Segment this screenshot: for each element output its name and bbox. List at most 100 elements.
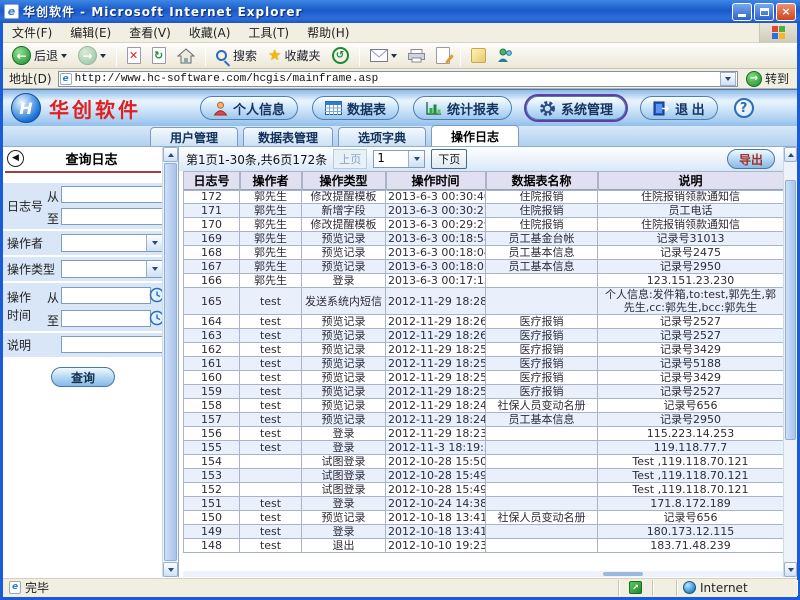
- tab-操作日志[interactable]: 操作日志: [431, 125, 519, 146]
- table-row[interactable]: 153试图登录2012-10-28 15:49:49Test ,119.118.…: [184, 469, 784, 483]
- table-row[interactable]: 163test预览记录2012-11-29 18:26:04医疗报销记录号252…: [184, 329, 784, 343]
- table-cell: 2013-6-3 00:30:27: [386, 204, 486, 218]
- export-button[interactable]: 导出: [727, 149, 775, 169]
- table-row[interactable]: 171郭先生新增字段2013-6-3 00:30:27住院报销员工电话: [184, 204, 784, 218]
- scroll-down-icon[interactable]: [784, 562, 797, 577]
- chevron-down-icon[interactable]: [408, 151, 424, 167]
- table-row[interactable]: 158test预览记录2012-11-29 18:24:07社保人员变动名册记录…: [184, 399, 784, 413]
- next-page-button[interactable]: 下页: [431, 149, 467, 169]
- brand-name: 华创软件: [49, 94, 141, 123]
- menu-item[interactable]: 帮助(H): [298, 22, 358, 43]
- mail-dropdown-icon[interactable]: [391, 54, 397, 61]
- scrollbar-thumb[interactable]: [164, 163, 177, 561]
- tab-选项字典[interactable]: 选项字典: [338, 127, 426, 146]
- page-select[interactable]: 1: [373, 150, 425, 168]
- forward-button[interactable]: →: [75, 45, 109, 66]
- table-row[interactable]: 149test登录2012-10-18 13:41:17180.173.12.1…: [184, 525, 784, 539]
- toolbar-separator: [460, 46, 461, 66]
- table-row[interactable]: 157test预览记录2012-11-29 18:24:01员工基本信息记录号2…: [184, 413, 784, 427]
- scrollbar-thumb[interactable]: [603, 572, 643, 576]
- query-button[interactable]: 查询: [51, 367, 115, 387]
- table-row[interactable]: 155test登录2012-11-3 18:19:34119.118.77.7: [184, 441, 784, 455]
- nav-button-table[interactable]: 数据表: [312, 96, 399, 120]
- nav-button-gear[interactable]: 系统管理: [526, 96, 626, 120]
- time-from-input[interactable]: [61, 287, 151, 304]
- desc-input[interactable]: [61, 336, 163, 353]
- nav-button-person[interactable]: 个人信息: [200, 96, 298, 120]
- table-row[interactable]: 148test退出2012-10-10 19:23:11183.71.48.23…: [184, 539, 784, 553]
- op-type-select[interactable]: [61, 260, 163, 278]
- close-button[interactable]: ×: [776, 3, 796, 21]
- table-row[interactable]: 160test预览记录2012-11-29 18:25:52医疗报销记录号342…: [184, 371, 784, 385]
- table-row[interactable]: 166郭先生登录2013-6-3 00:17:15123.151.23.230: [184, 274, 784, 288]
- table-row[interactable]: 169郭先生预览记录2013-6-3 00:18:58员工基金台帐记录号3101…: [184, 232, 784, 246]
- discuss-button[interactable]: [468, 47, 489, 64]
- menu-item[interactable]: 查看(V): [120, 22, 180, 43]
- go-button[interactable]: → 转到: [742, 70, 793, 87]
- tab-用户管理[interactable]: 用户管理: [150, 127, 238, 146]
- log-id-to-input[interactable]: [61, 208, 163, 225]
- table-cell: test: [240, 511, 302, 525]
- menu-item[interactable]: 收藏(A): [180, 22, 240, 43]
- log-id-from-input[interactable]: [61, 186, 163, 203]
- table-row[interactable]: 165test发送系统内短信2012-11-29 18:28:06个人信息:发件…: [184, 288, 784, 315]
- favorites-button[interactable]: ★ 收藏夹: [265, 46, 323, 65]
- home-button[interactable]: [174, 47, 198, 65]
- stop-button[interactable]: ✕: [124, 46, 144, 65]
- table-row[interactable]: 172郭先生修改提醒模板2013-6-3 00:30:40住院报销住院报销领款通…: [184, 190, 784, 204]
- nav-button-exit[interactable]: 退 出: [640, 96, 718, 120]
- table-cell: test: [240, 427, 302, 441]
- table-row[interactable]: 154试图登录2012-10-28 15:50:01Test ,119.118.…: [184, 455, 784, 469]
- chevron-down-icon[interactable]: [146, 235, 162, 251]
- scroll-up-icon[interactable]: [784, 147, 797, 162]
- menu-item[interactable]: 工具(T): [239, 22, 298, 43]
- forward-dropdown-icon[interactable]: [100, 54, 106, 61]
- table-cell: 预览记录: [302, 511, 386, 525]
- maximize-button[interactable]: [754, 3, 774, 21]
- refresh-button[interactable]: ↻: [149, 46, 169, 65]
- table-row[interactable]: 167郭先生预览记录2013-6-3 00:18:01员工基本信息记录号2950: [184, 260, 784, 274]
- back-dropdown-icon[interactable]: [61, 54, 67, 61]
- table-row[interactable]: 151test登录2012-10-24 14:38:40171.8.172.18…: [184, 497, 784, 511]
- table-cell: test: [240, 413, 302, 427]
- sidebar-scrollbar[interactable]: [162, 147, 178, 577]
- time-to-input[interactable]: [61, 310, 151, 327]
- chevron-down-icon[interactable]: [146, 261, 162, 277]
- table-row[interactable]: 156test登录2012-11-29 18:23:51115.223.14.2…: [184, 427, 784, 441]
- menu-item[interactable]: 文件(F): [3, 22, 61, 43]
- table-row[interactable]: 164test预览记录2012-11-29 18:26:15医疗报销记录号252…: [184, 315, 784, 329]
- table-scrollbar[interactable]: [783, 147, 797, 577]
- table-row[interactable]: 168郭先生预览记录2013-6-3 00:18:04员工基本信息记录号2475: [184, 246, 784, 260]
- help-button[interactable]: ?: [734, 98, 754, 118]
- table-row[interactable]: 161test预览记录2012-11-29 18:25:54医疗报销记录号518…: [184, 357, 784, 371]
- status-green-icon: ↗: [629, 581, 642, 594]
- back-button[interactable]: ← 后退: [9, 45, 70, 66]
- messenger-button[interactable]: [494, 47, 516, 64]
- tab-数据表管理[interactable]: 数据表管理: [243, 127, 333, 146]
- prev-page-button[interactable]: 上页: [333, 149, 367, 169]
- mail-button[interactable]: [367, 48, 400, 63]
- edit-button[interactable]: [433, 46, 453, 65]
- to-label: 至: [47, 312, 59, 329]
- history-button[interactable]: ↺: [329, 46, 352, 65]
- scroll-up-icon[interactable]: [163, 147, 178, 162]
- search-button[interactable]: 搜索: [213, 46, 260, 65]
- table-row[interactable]: 170郭先生修改提醒模板2013-6-3 00:29:29住院报销住院报销领款通…: [184, 218, 784, 232]
- address-input[interactable]: [75, 72, 717, 86]
- address-dropdown-icon[interactable]: [720, 72, 736, 86]
- scrollbar-thumb[interactable]: [785, 180, 796, 440]
- table-row[interactable]: 150test预览记录2012-10-18 13:41:47社保人员变动名册记录…: [184, 511, 784, 525]
- operator-select[interactable]: [61, 234, 163, 252]
- table-row[interactable]: 162test预览记录2012-11-29 18:25:58医疗报销记录号342…: [184, 343, 784, 357]
- search-label: 搜索: [233, 47, 257, 64]
- table-row[interactable]: 159test预览记录2012-11-29 18:25:31医疗报销记录号252…: [184, 385, 784, 399]
- column-header: 操作时间: [386, 172, 486, 190]
- scroll-down-icon[interactable]: [163, 562, 178, 577]
- print-button[interactable]: [405, 48, 428, 64]
- minimize-button[interactable]: [732, 3, 752, 21]
- table-cell: 2012-10-28 15:49:49: [386, 469, 486, 483]
- nav-button-chart[interactable]: 统计报表: [413, 96, 512, 120]
- collapse-panel-icon[interactable]: ◀: [7, 150, 24, 167]
- table-row[interactable]: 152试图登录2012-10-28 15:49:48Test ,119.118.…: [184, 483, 784, 497]
- menu-item[interactable]: 编辑(E): [61, 22, 120, 43]
